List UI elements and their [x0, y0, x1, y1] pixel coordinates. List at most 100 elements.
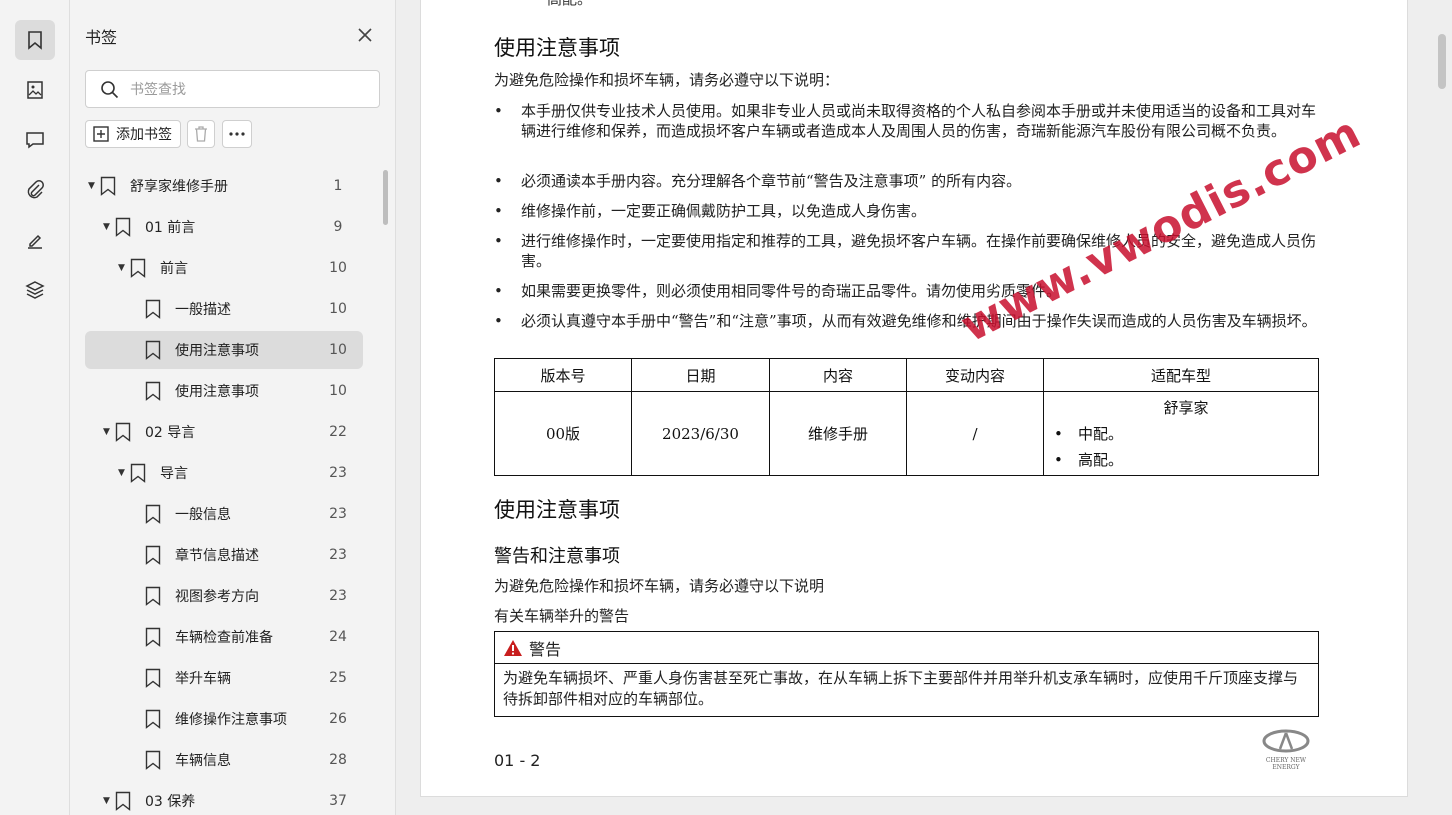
bookmark-label: 一般信息 — [175, 507, 231, 523]
bookmark-icon — [145, 586, 161, 606]
bookmark-page-number: 23 — [329, 506, 347, 522]
thumbnail-tab-icon[interactable] — [15, 70, 55, 110]
intro-text-2: 为避免危险操作和损坏车辆，请务必遵守以下说明 — [494, 577, 825, 595]
delete-bookmark-button[interactable] — [187, 120, 215, 148]
list-item-text: 本手册仅供专业技术人员使用。如果非专业人员或尚未取得资格的个人私自参阅本手册或并… — [521, 102, 1317, 140]
bookmark-icon — [100, 176, 116, 196]
bookmark-label: 视图参考方向 — [175, 589, 259, 605]
expand-toggle-icon[interactable]: ▼ — [88, 181, 95, 191]
warning-header: 警告 — [495, 632, 1318, 664]
bookmark-item[interactable]: 维修操作注意事项 26 — [85, 700, 363, 738]
bookmark-item[interactable]: 章节信息描述 23 — [85, 536, 363, 574]
bookmark-icon — [115, 217, 131, 237]
bookmark-label: 01 前言 — [145, 220, 196, 236]
table-header: 内容 — [769, 358, 907, 392]
bullet-dot: • — [494, 172, 503, 190]
bookmark-label: 车辆信息 — [175, 753, 231, 769]
bookmark-tab-icon[interactable] — [15, 20, 55, 60]
bookmark-item[interactable]: 一般描述 10 — [85, 290, 363, 328]
bookmark-page-number: 24 — [329, 629, 347, 645]
table-header: 日期 — [631, 358, 770, 392]
panel-title: 书签 — [85, 28, 118, 47]
table-cell: 2023/6/30 — [631, 391, 770, 476]
comment-tab-icon[interactable] — [15, 120, 55, 160]
bookmark-item[interactable]: ▼ 01 前言 9 — [85, 208, 363, 246]
bookmark-item[interactable]: 视图参考方向 23 — [85, 577, 363, 615]
bookmark-icon — [115, 791, 131, 811]
bookmark-item[interactable]: 使用注意事项 10 — [85, 331, 363, 369]
trash-icon — [195, 126, 207, 142]
bookmark-item[interactable]: ▼ 03 保养 37 — [85, 782, 363, 815]
add-bookmark-icon — [93, 126, 109, 142]
bookmark-item[interactable]: 车辆检查前准备 24 — [85, 618, 363, 656]
bookmark-page-number: 22 — [329, 424, 347, 440]
bullet-dot: • — [494, 312, 503, 330]
signature-tab-icon[interactable] — [15, 220, 55, 260]
bookmark-page-number: 10 — [329, 342, 347, 358]
logo-text: CHERY NEW ENERGY — [1265, 757, 1307, 771]
layers-tab-icon[interactable] — [15, 270, 55, 310]
bookmark-icon — [145, 299, 161, 319]
list-item-text: 必须认真遵守本手册中“警告”和“注意”事项，从而有效避免维修和维护期间由于操作失… — [521, 312, 1317, 330]
bullet-dot: • — [494, 282, 503, 300]
section-title: 使用注意事项 — [494, 498, 620, 522]
close-icon[interactable] — [354, 24, 376, 46]
more-icon — [229, 132, 245, 136]
warning-text: 为避免车辆损坏、严重人身伤害甚至死亡事故，在从车辆上拆下主要部件并用举升机支承车… — [503, 669, 1299, 708]
bookmark-item[interactable]: 一般信息 23 — [85, 495, 363, 533]
bookmark-label: 使用注意事项 — [175, 384, 259, 400]
bookmark-scrollbar[interactable] — [383, 170, 388, 225]
bookmark-item[interactable]: 使用注意事项 10 — [85, 372, 363, 410]
bookmark-page-number: 23 — [329, 465, 347, 481]
table-row: 00版 2023/6/30 维修手册 / 舒享家 中配。 高配。 — [494, 391, 1319, 476]
top-fragment: 高配。 — [547, 0, 592, 9]
bookmark-page-number: 10 — [329, 301, 347, 317]
bookmark-icon — [145, 381, 161, 401]
section-title: 使用注意事项 — [494, 36, 620, 60]
intro-text: 为避免危险操作和损坏车辆，请务必遵守以下说明： — [494, 71, 840, 89]
bookmark-page-number: 1 — [333, 178, 343, 194]
expand-toggle-icon[interactable]: ▼ — [103, 222, 110, 232]
sidebar-rail — [0, 0, 70, 815]
model-item: 高配。 — [1054, 447, 1318, 473]
bookmark-label: 使用注意事项 — [175, 343, 259, 359]
bookmark-label: 车辆检查前准备 — [175, 630, 273, 646]
table-cell: 维修手册 — [769, 391, 907, 476]
bookmark-item[interactable]: ▼ 舒享家维修手册 1 — [85, 167, 363, 205]
expand-toggle-icon[interactable]: ▼ — [103, 796, 110, 806]
subsection-title: 警告和注意事项 — [494, 546, 620, 567]
bookmark-item[interactable]: ▼ 前言 10 — [85, 249, 363, 287]
table-cell: / — [906, 391, 1044, 476]
more-options-button[interactable] — [222, 120, 252, 148]
bookmark-icon — [115, 422, 131, 442]
bookmark-search-box — [85, 70, 380, 108]
lift-warning-title: 有关车辆举升的警告 — [494, 607, 630, 625]
add-bookmark-button[interactable]: 添加书签 — [85, 120, 181, 148]
bookmark-page-number: 10 — [329, 383, 347, 399]
bookmark-label: 举升车辆 — [175, 671, 231, 687]
expand-toggle-icon[interactable]: ▼ — [103, 427, 110, 437]
expand-toggle-icon[interactable]: ▼ — [118, 263, 125, 273]
bookmark-icon — [145, 627, 161, 647]
expand-toggle-icon[interactable]: ▼ — [118, 468, 125, 478]
bookmark-icon — [145, 750, 161, 770]
bookmark-item[interactable]: 车辆信息 28 — [85, 741, 363, 779]
bookmark-item[interactable]: 举升车辆 25 — [85, 659, 363, 697]
search-icon — [101, 81, 119, 99]
bookmark-label: 舒享家维修手册 — [130, 179, 228, 195]
attachment-tab-icon[interactable] — [15, 170, 55, 210]
bookmark-icon — [145, 709, 161, 729]
document-scrollbar[interactable] — [1438, 34, 1446, 89]
warning-box: 警告 为避免车辆损坏、严重人身伤害甚至死亡事故，在从车辆上拆下主要部件并用举升机… — [494, 631, 1319, 717]
bookmark-icon — [145, 668, 161, 688]
bookmark-label: 导言 — [160, 466, 188, 482]
document-page: 高配。 使用注意事项 为避免危险操作和损坏车辆，请务必遵守以下说明： • 本手册仅… — [420, 0, 1408, 797]
bookmark-item[interactable]: ▼ 导言 23 — [85, 454, 363, 492]
bookmark-label: 章节信息描述 — [175, 548, 259, 564]
bookmark-page-number: 37 — [329, 793, 347, 809]
bookmark-item[interactable]: ▼ 02 导言 22 — [85, 413, 363, 451]
bookmark-search-input[interactable] — [130, 79, 370, 101]
bookmark-page-number: 25 — [329, 670, 347, 686]
model-item: 中配。 — [1054, 421, 1318, 447]
revision-table: 版本号 日期 内容 变动内容 适配车型 00版 2023/6/30 维修手册 /… — [494, 358, 1319, 476]
